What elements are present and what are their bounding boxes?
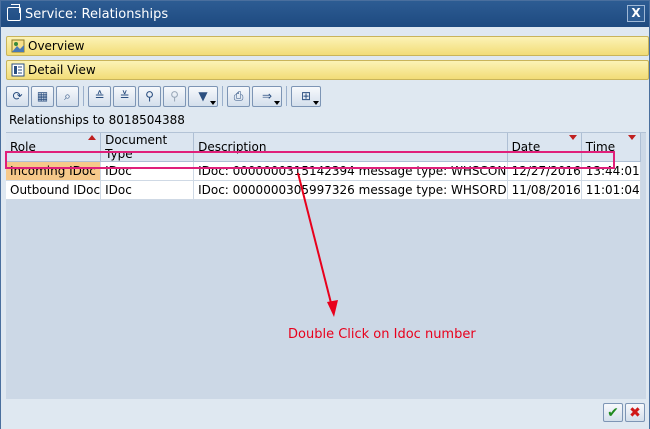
annotation-text: Double Click on Idoc number [288,327,476,342]
annotation-arrow [297,172,338,317]
cancel-button[interactable]: ✖ [625,403,645,422]
relationships-dialog: Service: Relationships X Overview Detail… [0,0,650,429]
dialog-footer [1,399,649,429]
checkmark-icon: ✔ [607,404,619,421]
cancel-x-icon: ✖ [629,404,641,421]
confirm-button[interactable]: ✔ [603,403,623,422]
